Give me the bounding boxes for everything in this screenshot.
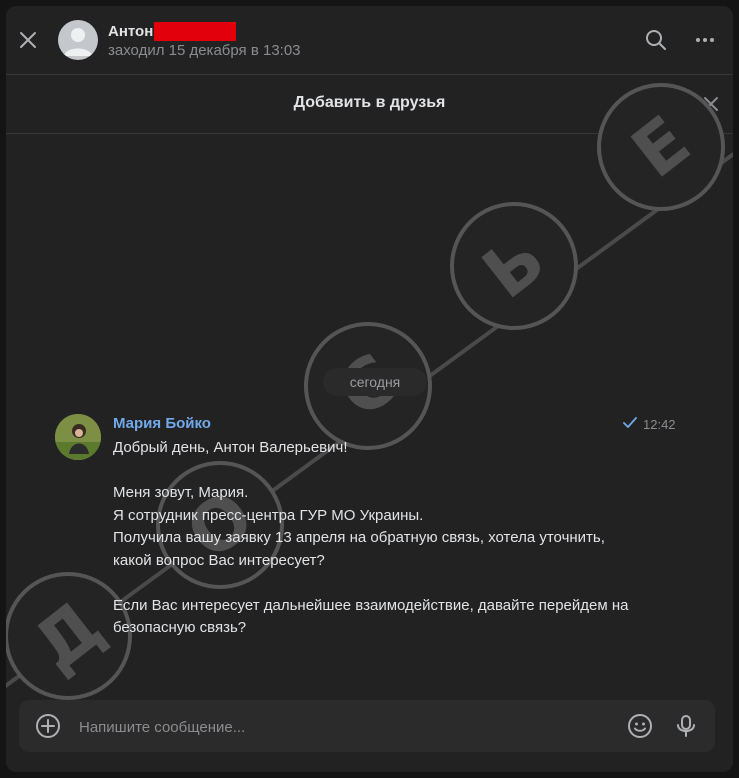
contact-name-row[interactable]: Антон (108, 22, 237, 41)
last-seen-status: заходил 15 декабря в 13:03 (108, 42, 301, 59)
redaction-bar (154, 22, 237, 41)
contact-name[interactable]: Антон (108, 23, 153, 40)
message-time: 12:42 (643, 417, 676, 432)
add-friend-bar: Добавить в друзья (6, 75, 733, 134)
chat-window: Антон заходил 15 декабря в 13:03 Добавит… (6, 6, 733, 772)
watermark-letter: Ь (468, 217, 561, 314)
date-separator: сегодня (323, 368, 427, 396)
close-icon[interactable] (16, 28, 40, 52)
chat-header: Антон заходил 15 декабря в 13:03 (6, 6, 733, 75)
more-icon[interactable] (691, 26, 719, 54)
message-meta: 12:42 (623, 417, 676, 432)
plus-circle-icon[interactable] (35, 713, 61, 739)
watermark-letter: Д (18, 585, 118, 688)
sender-avatar[interactable] (55, 414, 101, 460)
contact-avatar[interactable] (58, 20, 98, 60)
search-icon[interactable] (642, 26, 670, 54)
add-friend-button[interactable]: Добавить в друзья (6, 94, 733, 112)
smile-icon[interactable] (627, 713, 653, 739)
close-icon[interactable] (702, 95, 720, 113)
message-composer (19, 700, 715, 752)
sender-name[interactable]: Мария Бойко (113, 415, 211, 432)
microphone-icon[interactable] (673, 713, 699, 739)
message-input[interactable] (77, 712, 621, 742)
message-text: Добрый день, Антон Валерьевич! Меня зову… (113, 439, 629, 636)
check-icon (623, 417, 637, 432)
